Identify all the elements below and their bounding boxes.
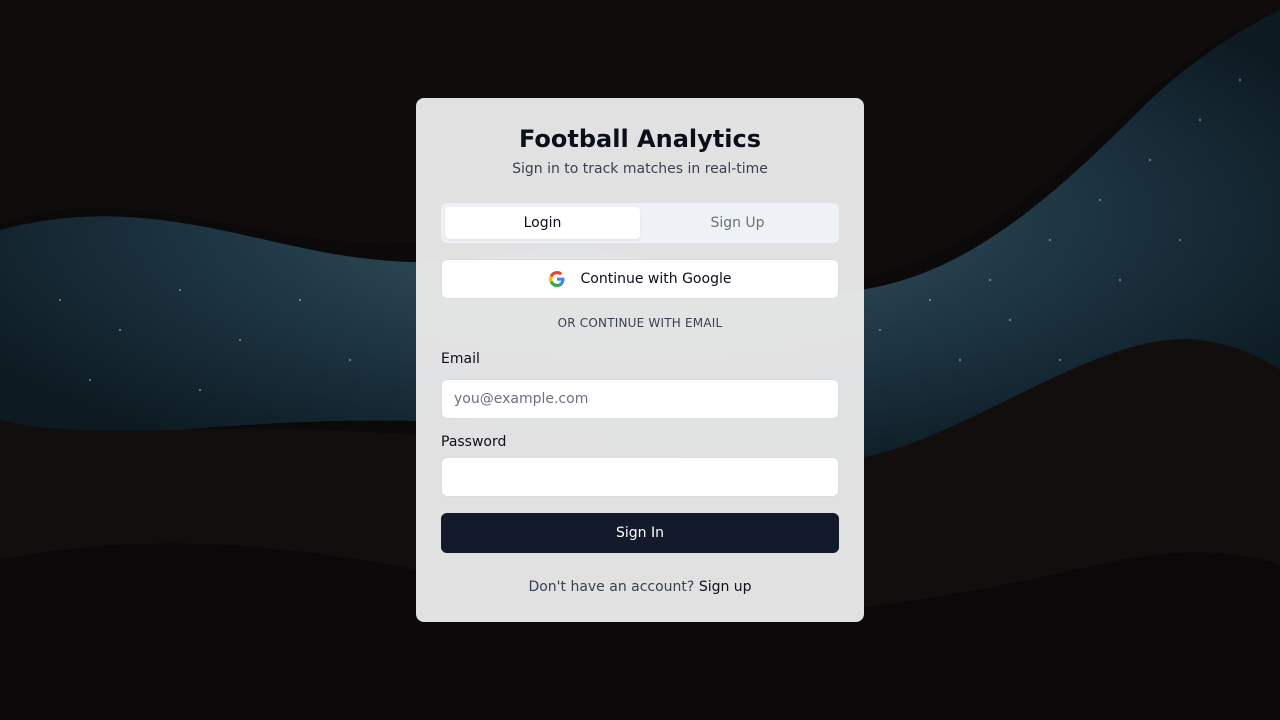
page-title: Football Analytics: [519, 125, 761, 153]
password-field[interactable]: [441, 457, 839, 497]
google-signin-label: Continue with Google: [580, 271, 732, 287]
email-label: Email: [441, 351, 480, 367]
auth-tabs: Login Sign Up: [441, 203, 839, 243]
google-signin-button[interactable]: Continue with Google: [441, 259, 839, 299]
signup-prompt-text: Don't have an account?: [528, 579, 695, 595]
tab-sign-up[interactable]: Sign Up: [640, 207, 835, 239]
sign-up-link[interactable]: Sign up: [699, 579, 752, 595]
signup-prompt: Don't have an account? Sign up: [0, 577, 1280, 597]
divider-text: OR CONTINUE WITH EMAIL: [557, 316, 723, 330]
email-field[interactable]: [441, 379, 839, 419]
page-subtitle: Sign in to track matches in real-time: [512, 161, 768, 177]
password-label: Password: [441, 434, 507, 450]
google-icon: [548, 271, 565, 287]
sign-in-button[interactable]: Sign In: [441, 513, 839, 553]
tab-login[interactable]: Login: [445, 207, 640, 239]
